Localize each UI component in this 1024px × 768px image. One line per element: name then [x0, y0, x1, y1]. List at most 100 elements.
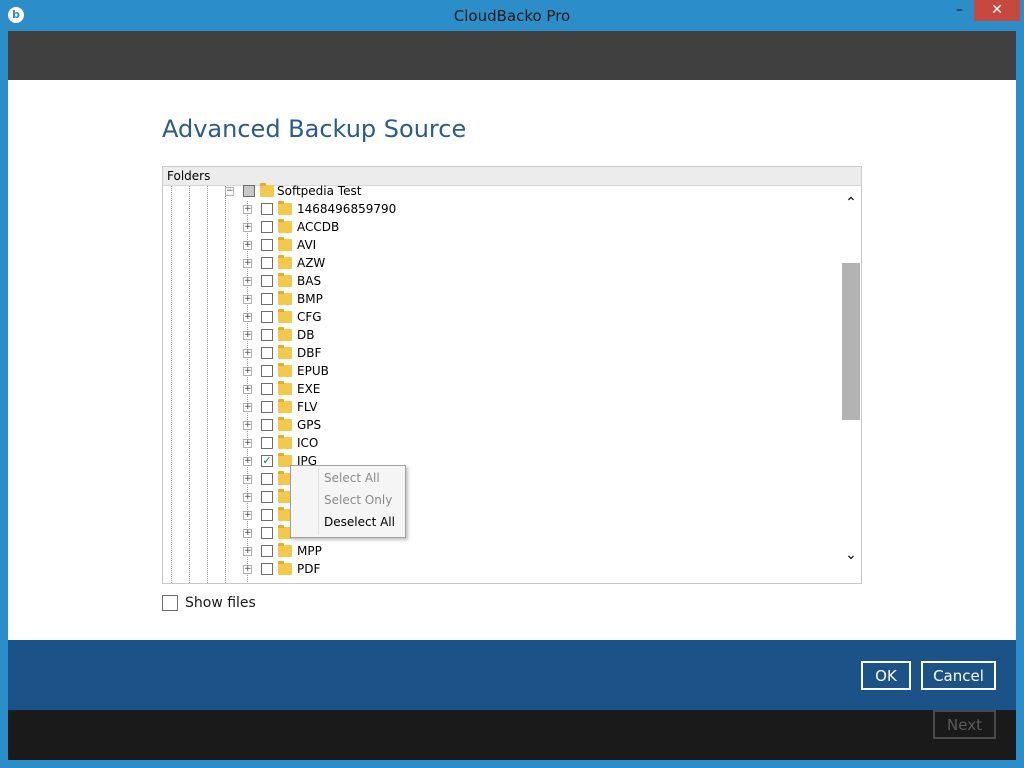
- dialog-content: Advanced Backup Source Folders − Softped…: [8, 31, 1016, 760]
- expand-icon[interactable]: +: [243, 403, 252, 412]
- cancel-button[interactable]: Cancel: [921, 661, 996, 690]
- expand-icon[interactable]: +: [243, 439, 252, 448]
- tree-label: AZW: [297, 256, 326, 270]
- folder-icon: [278, 543, 292, 557]
- show-files-checkbox[interactable]: [162, 595, 178, 611]
- tree-checkbox-root[interactable]: [243, 185, 255, 197]
- scroll-up-icon[interactable]: ⌃: [843, 195, 859, 211]
- collapse-icon[interactable]: −: [225, 187, 234, 196]
- expand-icon[interactable]: +: [243, 565, 252, 574]
- tree-checkbox[interactable]: [261, 401, 273, 413]
- expand-icon[interactable]: +: [243, 205, 252, 214]
- tree-checkbox[interactable]: [261, 365, 273, 377]
- folder-icon: [278, 417, 292, 431]
- tree-checkbox[interactable]: [261, 473, 273, 485]
- tree-label: CFG: [297, 310, 322, 324]
- expand-icon[interactable]: +: [243, 331, 252, 340]
- header-bar: [8, 31, 1016, 80]
- next-button[interactable]: Next: [933, 710, 996, 739]
- tree-checkbox[interactable]: [261, 419, 273, 431]
- tree-checkbox[interactable]: [261, 509, 273, 521]
- tree-label: EPUB: [297, 364, 329, 378]
- tree-label: MPP: [297, 544, 322, 558]
- expand-icon[interactable]: +: [243, 295, 252, 304]
- folder-icon: [278, 363, 292, 377]
- tree-label: FLV: [297, 400, 318, 414]
- tree-header-folders: Folders: [163, 167, 861, 186]
- expand-icon[interactable]: +: [243, 511, 252, 520]
- expand-icon[interactable]: +: [243, 349, 252, 358]
- tree-label: BAS: [297, 274, 322, 288]
- tree-label-root: Softpedia Test: [277, 184, 362, 198]
- window-title: CloudBacko Pro: [453, 7, 571, 25]
- close-button[interactable]: ✕: [974, 0, 1020, 21]
- tree-label: GPS: [297, 418, 322, 432]
- tree-checkbox[interactable]: [261, 527, 273, 539]
- expand-icon[interactable]: +: [243, 529, 252, 538]
- folder-tree[interactable]: Folders − Softpedia Test +1468496859790 +…: [162, 166, 862, 584]
- footer-bar: Next: [8, 710, 1016, 760]
- folder-icon: [278, 435, 292, 449]
- tree-checkbox[interactable]: [261, 437, 273, 449]
- expand-icon[interactable]: +: [243, 259, 252, 268]
- scrollbar-thumb[interactable]: [842, 263, 860, 420]
- minimize-button[interactable]: –: [946, 0, 973, 21]
- tree-label: DBF: [297, 346, 322, 360]
- folder-icon: [278, 381, 292, 395]
- tree-checkbox[interactable]: [261, 239, 273, 251]
- expand-icon[interactable]: +: [243, 475, 252, 484]
- context-menu: Select All Select Only Deselect All: [290, 465, 406, 538]
- expand-icon[interactable]: +: [243, 421, 252, 430]
- folder-icon: [278, 237, 292, 251]
- tree-guide-line: [207, 186, 208, 583]
- expand-icon[interactable]: +: [243, 223, 252, 232]
- folder-icon: [278, 255, 292, 269]
- tree-checkbox[interactable]: [261, 311, 273, 323]
- folder-icon: [278, 345, 292, 359]
- folder-icon: [278, 201, 292, 215]
- folder-icon: [278, 561, 292, 575]
- tree-label: EXE: [297, 382, 321, 396]
- tree-checkbox[interactable]: [261, 491, 273, 503]
- expand-icon[interactable]: +: [243, 457, 252, 466]
- scroll-down-icon[interactable]: ⌄: [843, 547, 859, 563]
- tree-guide-line: [225, 186, 226, 583]
- expand-icon[interactable]: +: [243, 367, 252, 376]
- expand-icon[interactable]: +: [243, 385, 252, 394]
- folder-icon: [278, 309, 292, 323]
- ok-button[interactable]: OK: [861, 661, 911, 690]
- tree-label: ICO: [297, 436, 319, 450]
- tree-checkbox[interactable]: [261, 293, 273, 305]
- folder-icon: [278, 327, 292, 341]
- tree-guide-line: [171, 186, 172, 583]
- tree-guide-line: [189, 186, 190, 583]
- folder-icon: [278, 219, 292, 233]
- title-bar: b CloudBacko Pro – ✕: [0, 0, 1024, 31]
- folder-icon: [278, 273, 292, 287]
- tree-checkbox[interactable]: [261, 563, 273, 575]
- tree-checkbox[interactable]: ✓: [261, 455, 273, 467]
- tree-label: PDF: [297, 562, 321, 576]
- folder-icon: [260, 183, 274, 197]
- menu-item-select-all[interactable]: Select All: [324, 471, 380, 485]
- tree-checkbox[interactable]: [261, 257, 273, 269]
- tree-label: BMP: [297, 292, 323, 306]
- expand-icon[interactable]: +: [243, 313, 252, 322]
- expand-icon[interactable]: +: [243, 241, 252, 250]
- tree-checkbox[interactable]: [261, 275, 273, 287]
- tree-checkbox[interactable]: [261, 221, 273, 233]
- expand-icon[interactable]: +: [243, 493, 252, 502]
- menu-item-deselect-all[interactable]: Deselect All: [324, 515, 395, 529]
- tree-label: DB: [297, 328, 315, 342]
- tree-checkbox[interactable]: [261, 203, 273, 215]
- menu-item-select-only[interactable]: Select Only: [324, 493, 392, 507]
- expand-icon[interactable]: +: [243, 277, 252, 286]
- tree-checkbox[interactable]: [261, 329, 273, 341]
- tree-label: ACCDB: [297, 220, 340, 234]
- expand-icon[interactable]: +: [243, 547, 252, 556]
- tree-checkbox[interactable]: [261, 545, 273, 557]
- folder-icon: [278, 399, 292, 413]
- tree-label: 1468496859790: [297, 202, 397, 216]
- tree-checkbox[interactable]: [261, 383, 273, 395]
- tree-checkbox[interactable]: [261, 347, 273, 359]
